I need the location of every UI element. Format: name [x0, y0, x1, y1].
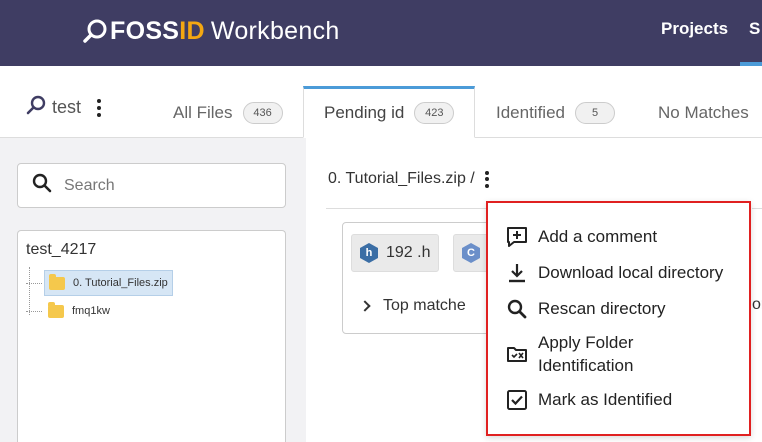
breadcrumb-divider: [326, 208, 486, 209]
menu-item-mark-identified[interactable]: Mark as Identified: [506, 388, 672, 411]
tab-count-badge: 5: [575, 102, 615, 124]
search-icon: [506, 298, 528, 320]
folder-menu-kebab-icon[interactable]: [484, 170, 489, 188]
menu-item-label: Mark as Identified: [538, 390, 673, 409]
chip-label: 192 .h: [386, 244, 431, 261]
menu-item-label: Rescan directory: [538, 299, 666, 318]
menu-item-label: Download local directory: [538, 263, 724, 282]
tab-label: No Matches: [658, 103, 749, 122]
folder-icon: [48, 301, 64, 318]
folder-identify-icon: [506, 343, 528, 365]
add-comment-icon: [506, 226, 528, 248]
tab-pending-id[interactable]: Pending id 423: [303, 86, 476, 138]
menu-item-rescan-directory[interactable]: Rescan directory: [506, 297, 666, 320]
tab-label: All Files: [173, 103, 233, 122]
right-divider: [752, 208, 762, 209]
project-name: test: [52, 97, 82, 117]
logo[interactable]: FOSSID Workbench: [82, 14, 340, 48]
tab-no-matches[interactable]: No Matches: [658, 88, 749, 138]
project-selector[interactable]: test: [26, 95, 102, 120]
menu-item-label: Apply Folder Identification: [538, 333, 634, 375]
tree-item-selection: 0. Tutorial_Files.zip: [44, 270, 173, 296]
logo-text: FOSSID Workbench: [110, 16, 340, 45]
menu-item-label: Add a comment: [538, 227, 658, 246]
breadcrumb-path[interactable]: 0. Tutorial_Files.zip /: [328, 170, 475, 188]
tab-count-badge: 436: [242, 102, 283, 124]
folder-context-menu: Add a comment Download local directory R…: [486, 201, 751, 436]
search-icon: [32, 173, 52, 198]
tab-all-files[interactable]: All Files 436: [173, 88, 283, 138]
app-header: FOSSID Workbench Projects S: [0, 0, 762, 66]
tab-identified[interactable]: Identified 5: [496, 88, 615, 138]
search-icon: [26, 95, 46, 120]
filetype-chip-h[interactable]: h 192 .h: [351, 234, 440, 272]
nav-item-truncated[interactable]: S: [749, 19, 760, 39]
menu-item-apply-folder-identification[interactable]: Apply Folder Identification: [506, 331, 656, 377]
tree-connector: [26, 282, 42, 284]
tree-connector: [26, 310, 42, 312]
download-icon: [506, 262, 528, 284]
tab-label: Identified: [496, 103, 565, 122]
tree-item-tutorial-files[interactable]: 0. Tutorial_Files.zip: [26, 270, 173, 296]
h-filetype-icon: h: [360, 243, 378, 263]
top-matches-toggle[interactable]: Top matche: [359, 297, 466, 315]
tree-item-label: 0. Tutorial_Files.zip: [73, 277, 168, 289]
nav-projects[interactable]: Projects: [661, 19, 728, 39]
menu-item-download-directory[interactable]: Download local directory: [506, 261, 723, 284]
summary-card: h 192 .h C Top matche: [342, 222, 502, 334]
truncated-text: or: [752, 296, 762, 313]
tab-count-badge: 423: [414, 102, 455, 124]
nav-active-indicator: [740, 62, 762, 66]
checkbox-icon: [506, 389, 528, 411]
logo-magnifier-icon: [82, 18, 108, 44]
tree-item-fmq1kw[interactable]: fmq1kw: [26, 299, 114, 323]
chevron-right-icon: [359, 300, 371, 312]
tree-root[interactable]: test_4217: [26, 241, 96, 259]
menu-item-add-comment[interactable]: Add a comment: [506, 225, 657, 248]
tree-item-selection: fmq1kw: [44, 298, 114, 324]
project-menu-kebab-icon[interactable]: [97, 98, 102, 117]
file-tree: test_4217 0. Tutorial_Files.zip fmq1kw: [17, 230, 286, 442]
tree-item-label: fmq1kw: [72, 305, 110, 317]
tab-label: Pending id: [324, 103, 405, 122]
folder-icon: [49, 273, 65, 290]
top-matches-label: Top matche: [383, 297, 466, 314]
breadcrumb: 0. Tutorial_Files.zip /: [328, 170, 489, 188]
c-filetype-icon: C: [462, 243, 480, 263]
search-input[interactable]: [64, 176, 264, 195]
search-box[interactable]: [17, 163, 286, 208]
